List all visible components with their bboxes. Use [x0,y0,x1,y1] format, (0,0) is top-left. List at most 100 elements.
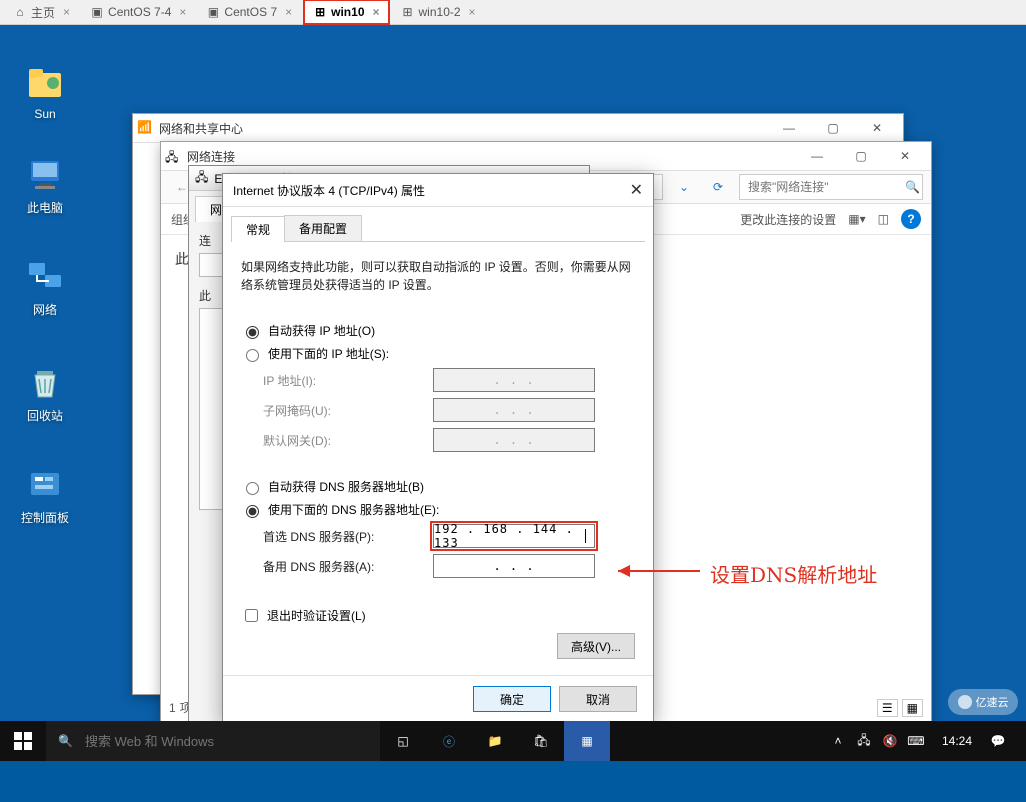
desktop-icon-network[interactable]: 网络 [10,257,80,318]
radio-input[interactable] [246,349,259,362]
label-gateway: 默认网关(D): [263,432,433,449]
advanced-button[interactable]: 高级(V)... [557,633,635,659]
dialog-button-bar: 确定 取消 [223,675,653,722]
icons-view-button[interactable]: ▦ [902,699,923,717]
tab-general[interactable]: 常规 [231,216,285,242]
home-icon: ⌂ [13,5,27,19]
centos-icon: ▣ [90,5,104,19]
radio-manual-dns[interactable]: 使用下面的 DNS 服务器地址(E): [241,501,635,518]
tab-label: 常规 [246,223,270,237]
close-button[interactable]: ✕ [855,114,899,142]
radio-input[interactable] [246,482,259,495]
action-center-button[interactable]: 💬 [988,721,1008,761]
checkbox-input[interactable] [245,609,258,622]
tray-chevron-icon[interactable]: ˄ [828,721,848,761]
search-field[interactable] [746,179,905,195]
dialog-titlebar[interactable]: Internet 协议版本 4 (TCP/IPv4) 属性 ✕ [223,174,653,207]
radio-auto-ip[interactable]: 自动获得 IP 地址(O) [241,322,635,339]
close-button[interactable]: ✕ [630,180,643,200]
vm-tab-centos7[interactable]: ▣ CentOS 7 × [197,0,301,24]
desktop-icon-this-pc[interactable]: 此电脑 [10,155,80,216]
view-switcher: ☰ ▦ [877,699,923,717]
tray-network-icon[interactable]: 🖧 [854,721,874,761]
label-ip: IP 地址(I): [263,372,433,389]
close-icon[interactable]: × [179,5,186,19]
store-button[interactable]: 🛍 [518,721,564,761]
titlebar[interactable]: 📶 网络和共享中心 — ▢ ✕ [133,114,903,143]
window-title: 网络和共享中心 [159,120,767,137]
task-view-button[interactable]: ◱ [380,721,426,761]
minimize-button[interactable]: — [767,114,811,142]
validate-on-exit-checkbox[interactable]: 退出时验证设置(L) [241,606,635,625]
help-button[interactable]: ? [901,209,921,229]
close-icon[interactable]: × [63,5,70,19]
close-icon[interactable]: × [285,5,292,19]
explorer-button[interactable]: 📁 [472,721,518,761]
button-label: 高级(V)... [571,638,621,655]
vm-tab-win10-2[interactable]: ⊞ win10-2 × [392,0,485,24]
cancel-button[interactable]: 取消 [559,686,637,712]
close-button[interactable]: ✕ [883,142,927,170]
ip-address-field: . . . [433,368,595,392]
item-count: 1 [169,701,176,715]
tab-label: 备用配置 [299,222,347,236]
radio-input[interactable] [246,505,259,518]
system-tray: ˄ 🖧 🔇 ⌨ 14:24 💬 [828,721,1026,761]
gateway-field: . . . [433,428,595,452]
tray-ime-icon[interactable]: ⌨ [906,721,926,761]
ok-button[interactable]: 确定 [473,686,551,712]
show-desktop-button[interactable] [1014,721,1022,761]
watermark-badge: 亿速云 [948,689,1018,715]
details-view-button[interactable]: ☰ [877,699,898,717]
search-input[interactable]: 🔍 [739,174,923,200]
field-value: . . . [493,433,534,447]
tab-panel-general: 如果网络支持此功能，则可以获取自动指派的 IP 设置。否则，你需要从网络系统管理… [223,242,653,675]
radio-auto-dns[interactable]: 自动获得 DNS 服务器地址(B) [241,478,635,495]
tab-alternate[interactable]: 备用配置 [284,215,362,241]
field-value: . . . [493,373,534,387]
start-button[interactable] [0,721,46,761]
view-icons-button[interactable]: ▦▾ [848,212,865,226]
vm-tab-bar: ⌂ 主页 × ▣ CentOS 7-4 × ▣ CentOS 7 × ⊞ win… [0,0,1026,25]
taskbar-search[interactable]: 🔍 [46,721,380,761]
pc-icon [25,155,65,195]
secondary-dns-field[interactable]: . . . [433,554,595,578]
radio-manual-ip[interactable]: 使用下面的 IP 地址(S): [241,345,635,362]
adapter-icon: 🖧 [195,168,208,189]
primary-dns-field[interactable]: 192 . 168 . 144 . 133 [433,524,595,548]
desktop-icon-recycle[interactable]: 回收站 [10,363,80,424]
radio-input[interactable] [246,326,259,339]
close-icon[interactable]: × [373,5,380,19]
recycle-bin-icon [25,363,65,403]
maximize-button[interactable]: ▢ [839,142,883,170]
maximize-button[interactable]: ▢ [811,114,855,142]
desktop-icon-user[interactable]: Sun [10,63,80,121]
radio-label: 自动获得 DNS 服务器地址(B) [268,478,424,495]
vm-tab-home[interactable]: ⌂ 主页 × [4,0,79,24]
cmd-change-settings[interactable]: 更改此连接的设置 [740,211,836,228]
control-panel-task-button[interactable]: ▦ [564,721,610,761]
tray-volume-icon[interactable]: 🔇 [880,721,900,761]
windows-desktop: Sun 此电脑 网络 回收站 控制面板 📶 网络和共享中心 — ▢ ✕ 🖧 网络… [0,25,1026,761]
clock[interactable]: 14:24 [932,734,982,748]
close-icon[interactable]: × [469,5,476,19]
dns-fields-group: 首选 DNS 服务器(P):192 . 168 . 144 . 133 备用 D… [263,524,635,578]
icon-label: 网络 [33,303,57,317]
vm-tab-centos7-4[interactable]: ▣ CentOS 7-4 × [81,0,195,24]
watermark-text: 亿速云 [976,694,1009,710]
radio-label: 自动获得 IP 地址(O) [268,322,375,339]
dropdown-button[interactable]: ⌄ [671,174,697,200]
edge-button[interactable]: ⓔ [426,721,472,761]
preview-pane-button[interactable]: ◫ [878,212,889,226]
minimize-button[interactable]: — [795,142,839,170]
label-dns1: 首选 DNS 服务器(P): [263,528,433,545]
desktop-icon-control-panel[interactable]: 控制面板 [10,465,80,526]
control-panel-icon [25,465,65,505]
icon-label: 回收站 [27,409,63,423]
refresh-button[interactable]: ⟳ [705,174,731,200]
vm-tab-win10[interactable]: ⊞ win10 × [303,0,389,25]
label-dns2: 备用 DNS 服务器(A): [263,558,433,575]
user-folder-icon [25,63,65,103]
network-icon: 🖧 [165,148,181,164]
search-field[interactable] [83,733,263,750]
